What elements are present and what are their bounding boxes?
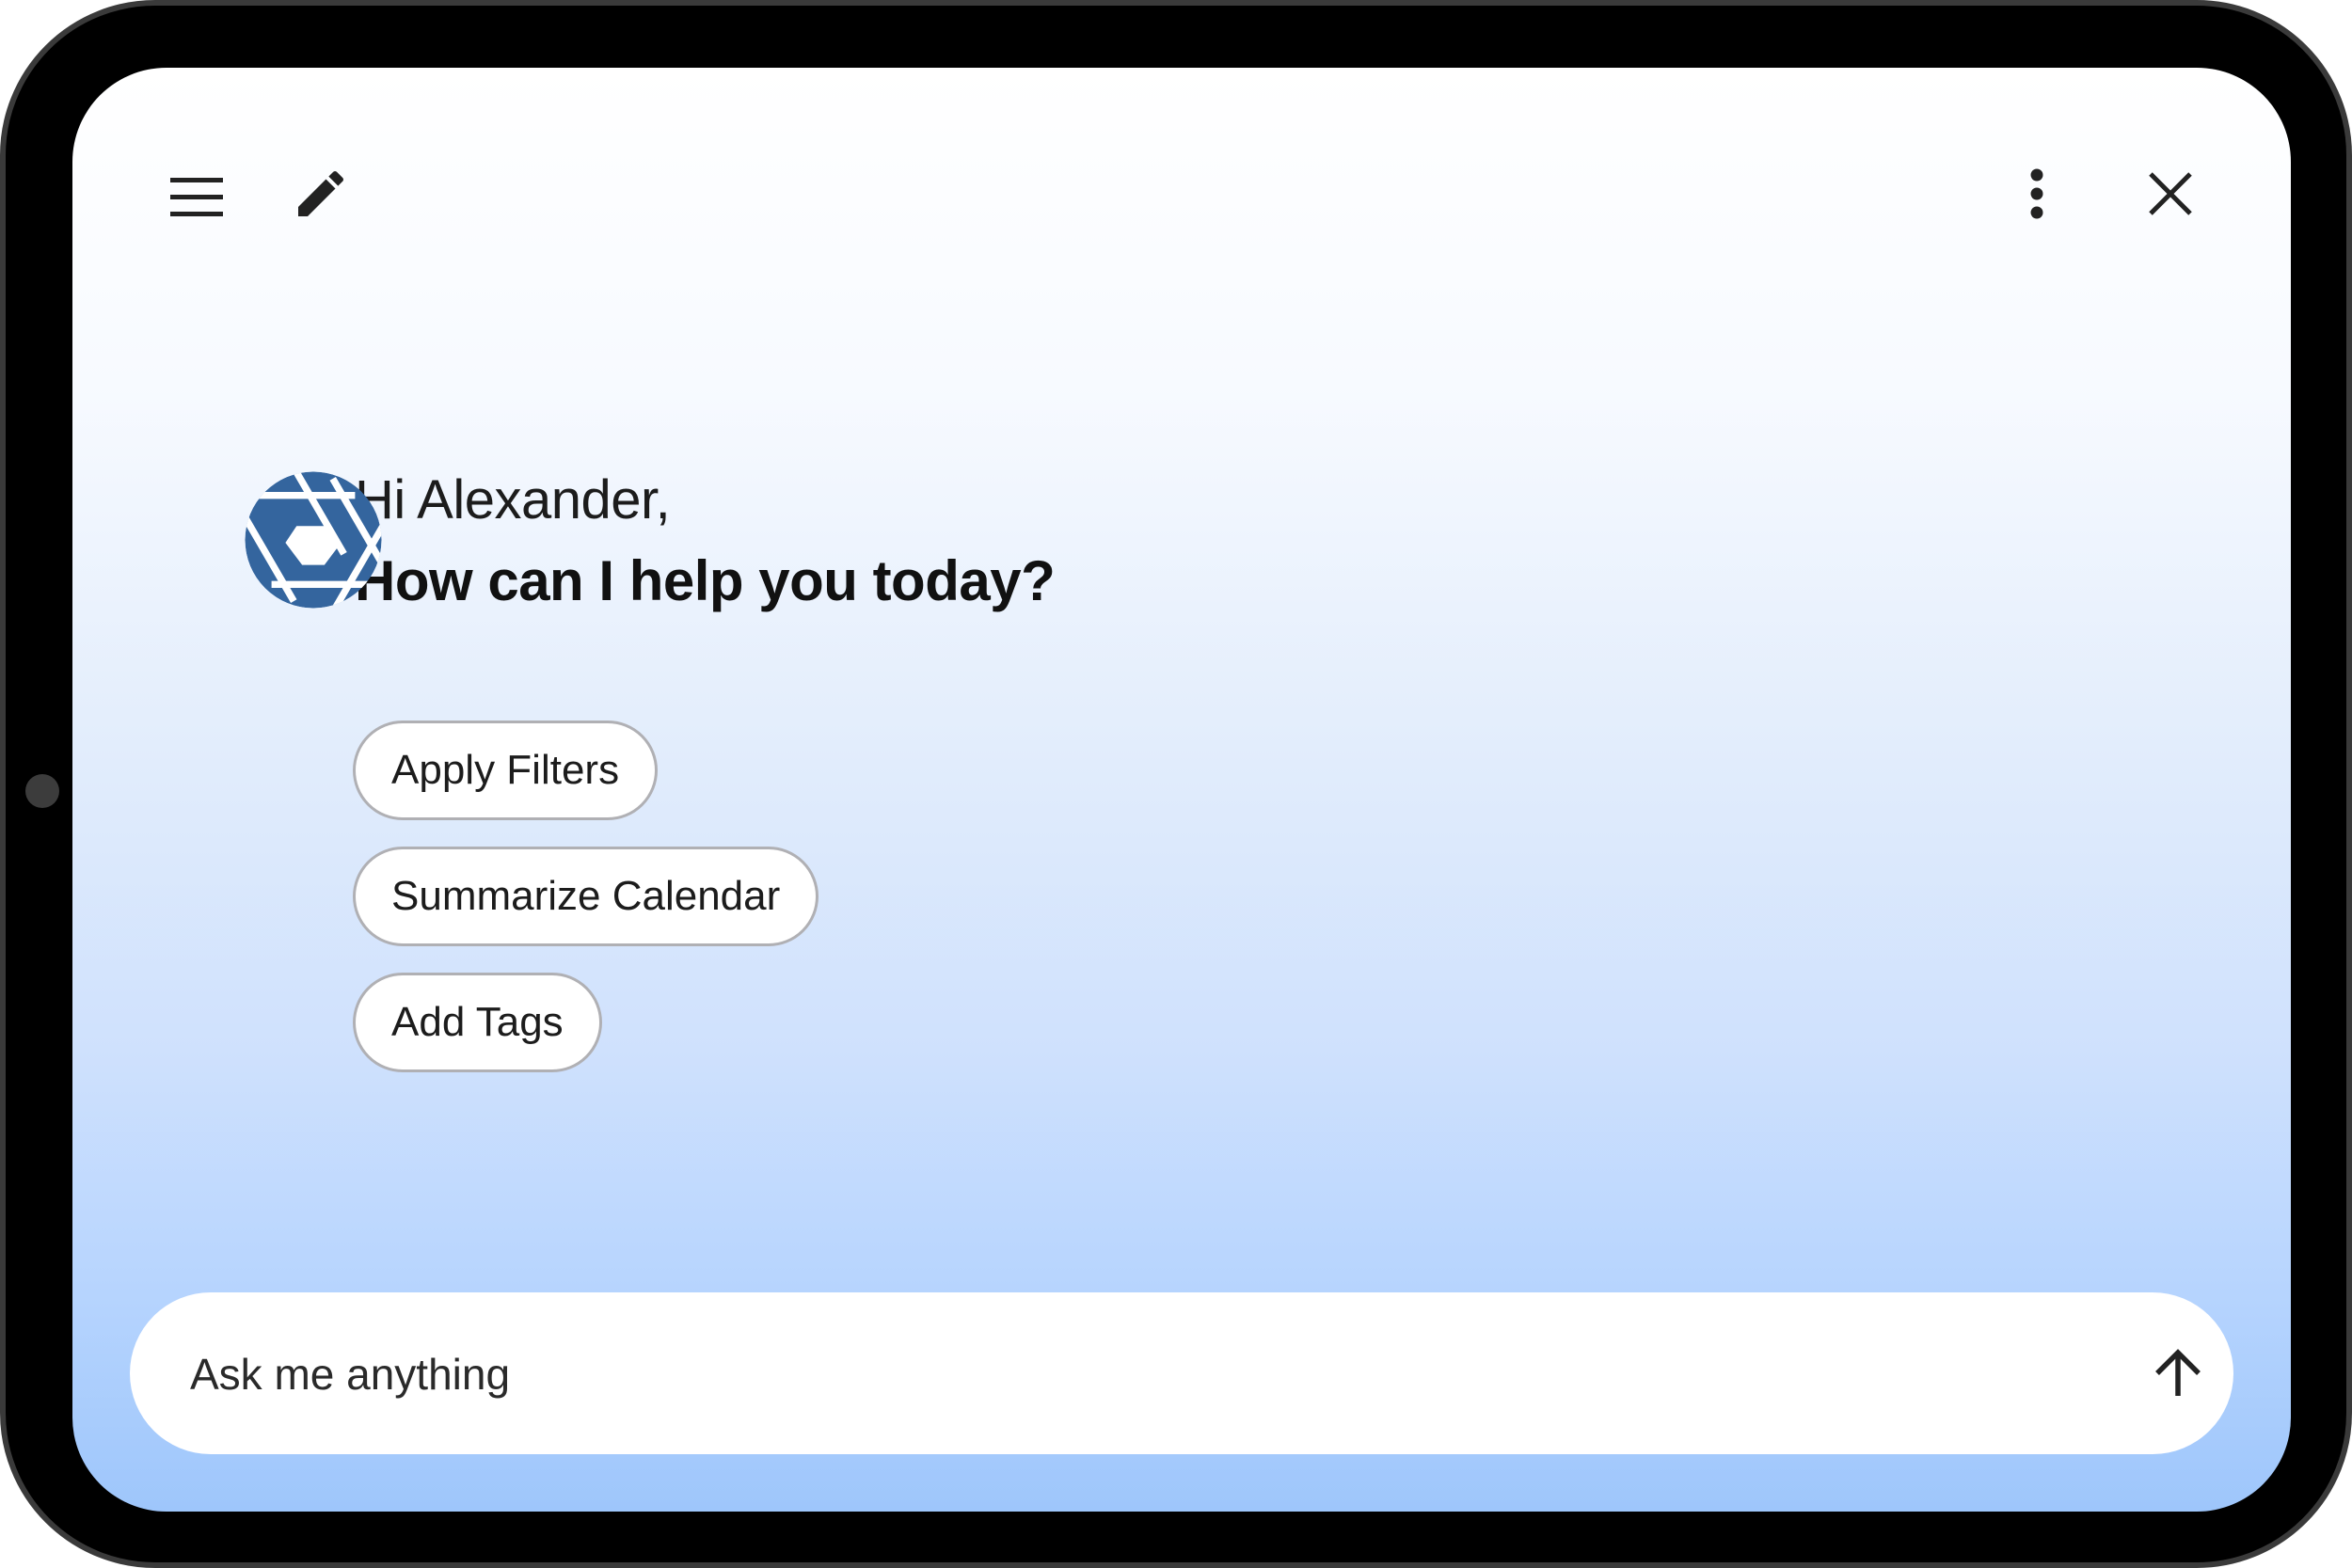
aperture-icon (245, 471, 382, 609)
pencil-icon (298, 170, 344, 216)
assistant-screen: Hi Alexander, How can I help you today? … (72, 68, 2291, 1512)
greeting-block: Hi Alexander, How can I help you today? (245, 463, 1056, 625)
greeting-prompt: How can I help you today? (355, 549, 1056, 612)
vertical-dots-icon (2030, 168, 2043, 219)
menu-button[interactable] (159, 160, 234, 235)
close-x-icon (2149, 172, 2192, 215)
send-button[interactable] (2146, 1341, 2210, 1405)
suggestion-chip-apply-filters[interactable]: Apply Filters (353, 721, 659, 820)
more-options-button[interactable] (2009, 154, 2065, 233)
front-camera (25, 774, 59, 808)
suggestion-list: Apply Filters Summarize Calendar Add Tag… (353, 721, 819, 1099)
chat-input-bar (130, 1292, 2233, 1454)
new-chat-button[interactable] (281, 154, 360, 233)
close-button[interactable] (2133, 156, 2208, 231)
suggestion-chip-add-tags[interactable]: Add Tags (353, 973, 602, 1072)
hamburger-menu-icon (170, 178, 223, 216)
greeting-hello: Hi Alexander, (355, 469, 671, 531)
chat-input[interactable] (188, 1330, 1979, 1418)
arrow-up-icon (2155, 1349, 2201, 1396)
tablet-frame: Hi Alexander, How can I help you today? … (0, 0, 2352, 1568)
suggestion-chip-summarize-calendar[interactable]: Summarize Calendar (353, 847, 819, 946)
